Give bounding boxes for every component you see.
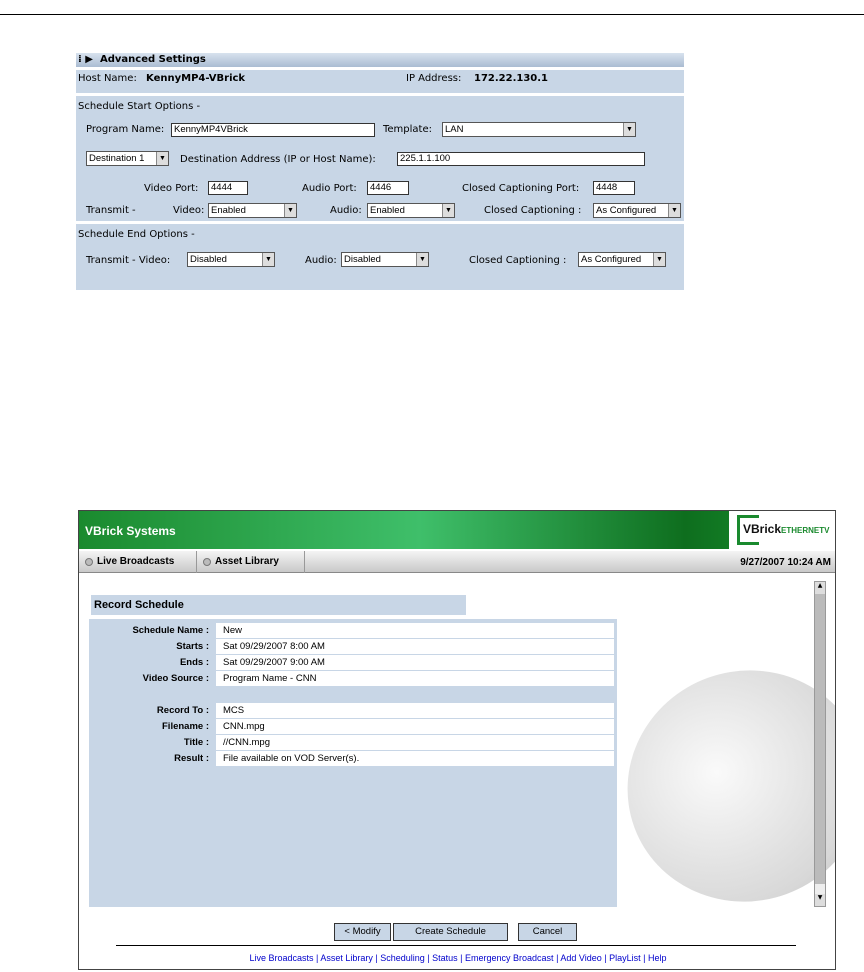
chevron-down-icon: ▼ xyxy=(653,253,665,266)
expand-icon[interactable]: ⁞ ▶ xyxy=(78,54,93,65)
chevron-down-icon: ▼ xyxy=(156,152,168,165)
cc-transmit-select[interactable]: As Configured ▼ xyxy=(593,203,681,218)
footer-link-scheduling[interactable]: Scheduling xyxy=(380,953,425,963)
template-label: Template: xyxy=(383,124,432,135)
vbrick-app-window: VBrick Systems VBrickETHERNETV Live Broa… xyxy=(78,510,836,970)
section-header: Record Schedule xyxy=(91,595,466,615)
chevron-down-icon: ▼ xyxy=(442,204,454,217)
scroll-down-icon[interactable]: ▼ xyxy=(815,894,825,906)
table-row: Ends : Sat 09/29/2007 9:00 AM xyxy=(89,655,617,671)
table-row: Starts : Sat 09/29/2007 8:00 AM xyxy=(89,639,617,655)
scroll-up-icon[interactable]: ▲ xyxy=(815,582,825,594)
section-title: Record Schedule xyxy=(94,599,184,611)
end-options-title: Schedule End Options - xyxy=(78,229,195,240)
destination-address-input[interactable]: 225.1.1.100 xyxy=(397,152,645,166)
scroll-thumb[interactable] xyxy=(815,594,825,884)
start-options-title: Schedule Start Options - xyxy=(78,101,201,112)
end-video-select[interactable]: Disabled ▼ xyxy=(187,252,275,267)
create-schedule-button[interactable]: Create Schedule xyxy=(393,923,508,941)
footer-links: Live Broadcasts | Asset Library | Schedu… xyxy=(249,953,667,963)
footer-link-add-video[interactable]: Add Video xyxy=(560,953,601,963)
host-name-label: Host Name: xyxy=(78,73,137,84)
audio-label: Audio: xyxy=(330,205,362,216)
program-name-input[interactable]: KennyMP4VBrick xyxy=(171,123,375,137)
destination-address-label: Destination Address (IP or Host Name): xyxy=(180,154,376,165)
video-transmit-select[interactable]: Enabled ▼ xyxy=(208,203,297,218)
modify-button[interactable]: < Modify xyxy=(334,923,391,941)
chevron-down-icon: ▼ xyxy=(262,253,274,266)
table-row: Schedule Name : New xyxy=(89,623,617,639)
ip-address-value: 172.22.130.1 xyxy=(474,73,549,84)
end-cc-select[interactable]: As Configured ▼ xyxy=(578,252,666,267)
tab-asset-library[interactable]: Asset Library xyxy=(197,551,305,573)
chevron-down-icon: ▼ xyxy=(623,123,635,136)
table-row: Filename : CNN.mpg xyxy=(89,719,617,735)
template-select[interactable]: LAN ▼ xyxy=(442,122,636,137)
radio-icon xyxy=(203,558,211,566)
end-cc-label: Closed Captioning : xyxy=(469,255,567,266)
end-video-label: Transmit - Video: xyxy=(86,255,171,266)
program-name-label: Program Name: xyxy=(86,124,165,135)
end-audio-label: Audio: xyxy=(305,255,337,266)
ip-address-label: IP Address: xyxy=(406,73,462,84)
schedule-summary-table: Schedule Name : New Starts : Sat 09/29/200… xyxy=(89,619,617,907)
end-audio-select[interactable]: Disabled ▼ xyxy=(341,252,429,267)
audio-port-label: Audio Port: xyxy=(302,183,357,194)
advanced-settings-panel: ⁞ ▶ Advanced Settings Host Name: KennyMP… xyxy=(76,53,684,290)
device-image xyxy=(594,636,835,936)
datetime: 9/27/2007 10:24 AM xyxy=(740,557,831,568)
cc-port-label: Closed Captioning Port: xyxy=(462,183,580,194)
table-row: Video Source : Program Name - CNN xyxy=(89,671,617,687)
chevron-down-icon: ▼ xyxy=(668,204,680,217)
destination-select[interactable]: Destination 1 ▼ xyxy=(86,151,169,166)
tab-live-broadcasts[interactable]: Live Broadcasts xyxy=(79,551,197,573)
video-port-label: Video Port: xyxy=(144,183,199,194)
app-header: VBrick Systems VBrickETHERNETV xyxy=(79,511,835,549)
scrollbar[interactable]: ▲ ▼ xyxy=(814,581,826,907)
chevron-down-icon: ▼ xyxy=(284,204,296,217)
footer-link-live-broadcasts[interactable]: Live Broadcasts xyxy=(250,953,314,963)
advanced-settings-header[interactable]: ⁞ ▶ Advanced Settings xyxy=(76,53,684,67)
chevron-down-icon: ▼ xyxy=(416,253,428,266)
footer-link-status[interactable]: Status xyxy=(432,953,458,963)
radio-icon xyxy=(85,558,93,566)
table-row: Title ://CNN.mpg xyxy=(89,735,617,751)
video-port-input[interactable]: 4444 xyxy=(208,181,248,195)
footer-link-playlist[interactable]: PlayList xyxy=(609,953,641,963)
footer-link-help[interactable]: Help xyxy=(648,953,667,963)
vbrick-logo: VBrickETHERNETV xyxy=(729,511,835,549)
cc-port-input[interactable]: 4448 xyxy=(593,181,635,195)
app-title: VBrick Systems xyxy=(85,524,176,538)
transmit-label: Transmit - xyxy=(86,205,136,216)
nav-bar: Live Broadcasts Asset Library 9/27/2007 … xyxy=(79,551,835,573)
footer-link-asset-library[interactable]: Asset Library xyxy=(320,953,373,963)
table-row: Result : File available on VOD Server(s). xyxy=(89,751,617,767)
table-row: Record To : MCS xyxy=(89,703,617,719)
footer-divider xyxy=(116,945,796,946)
audio-port-input[interactable]: 4446 xyxy=(367,181,409,195)
footer-link-emergency-broadcast[interactable]: Emergency Broadcast xyxy=(465,953,554,963)
video-label: Video: xyxy=(173,205,205,216)
cancel-button[interactable]: Cancel xyxy=(518,923,577,941)
cc-label: Closed Captioning : xyxy=(484,205,582,216)
host-name-value: KennyMP4-VBrick xyxy=(146,73,246,84)
audio-transmit-select[interactable]: Enabled ▼ xyxy=(367,203,455,218)
page-rule xyxy=(0,14,864,15)
advanced-settings-title: Advanced Settings xyxy=(100,54,206,65)
